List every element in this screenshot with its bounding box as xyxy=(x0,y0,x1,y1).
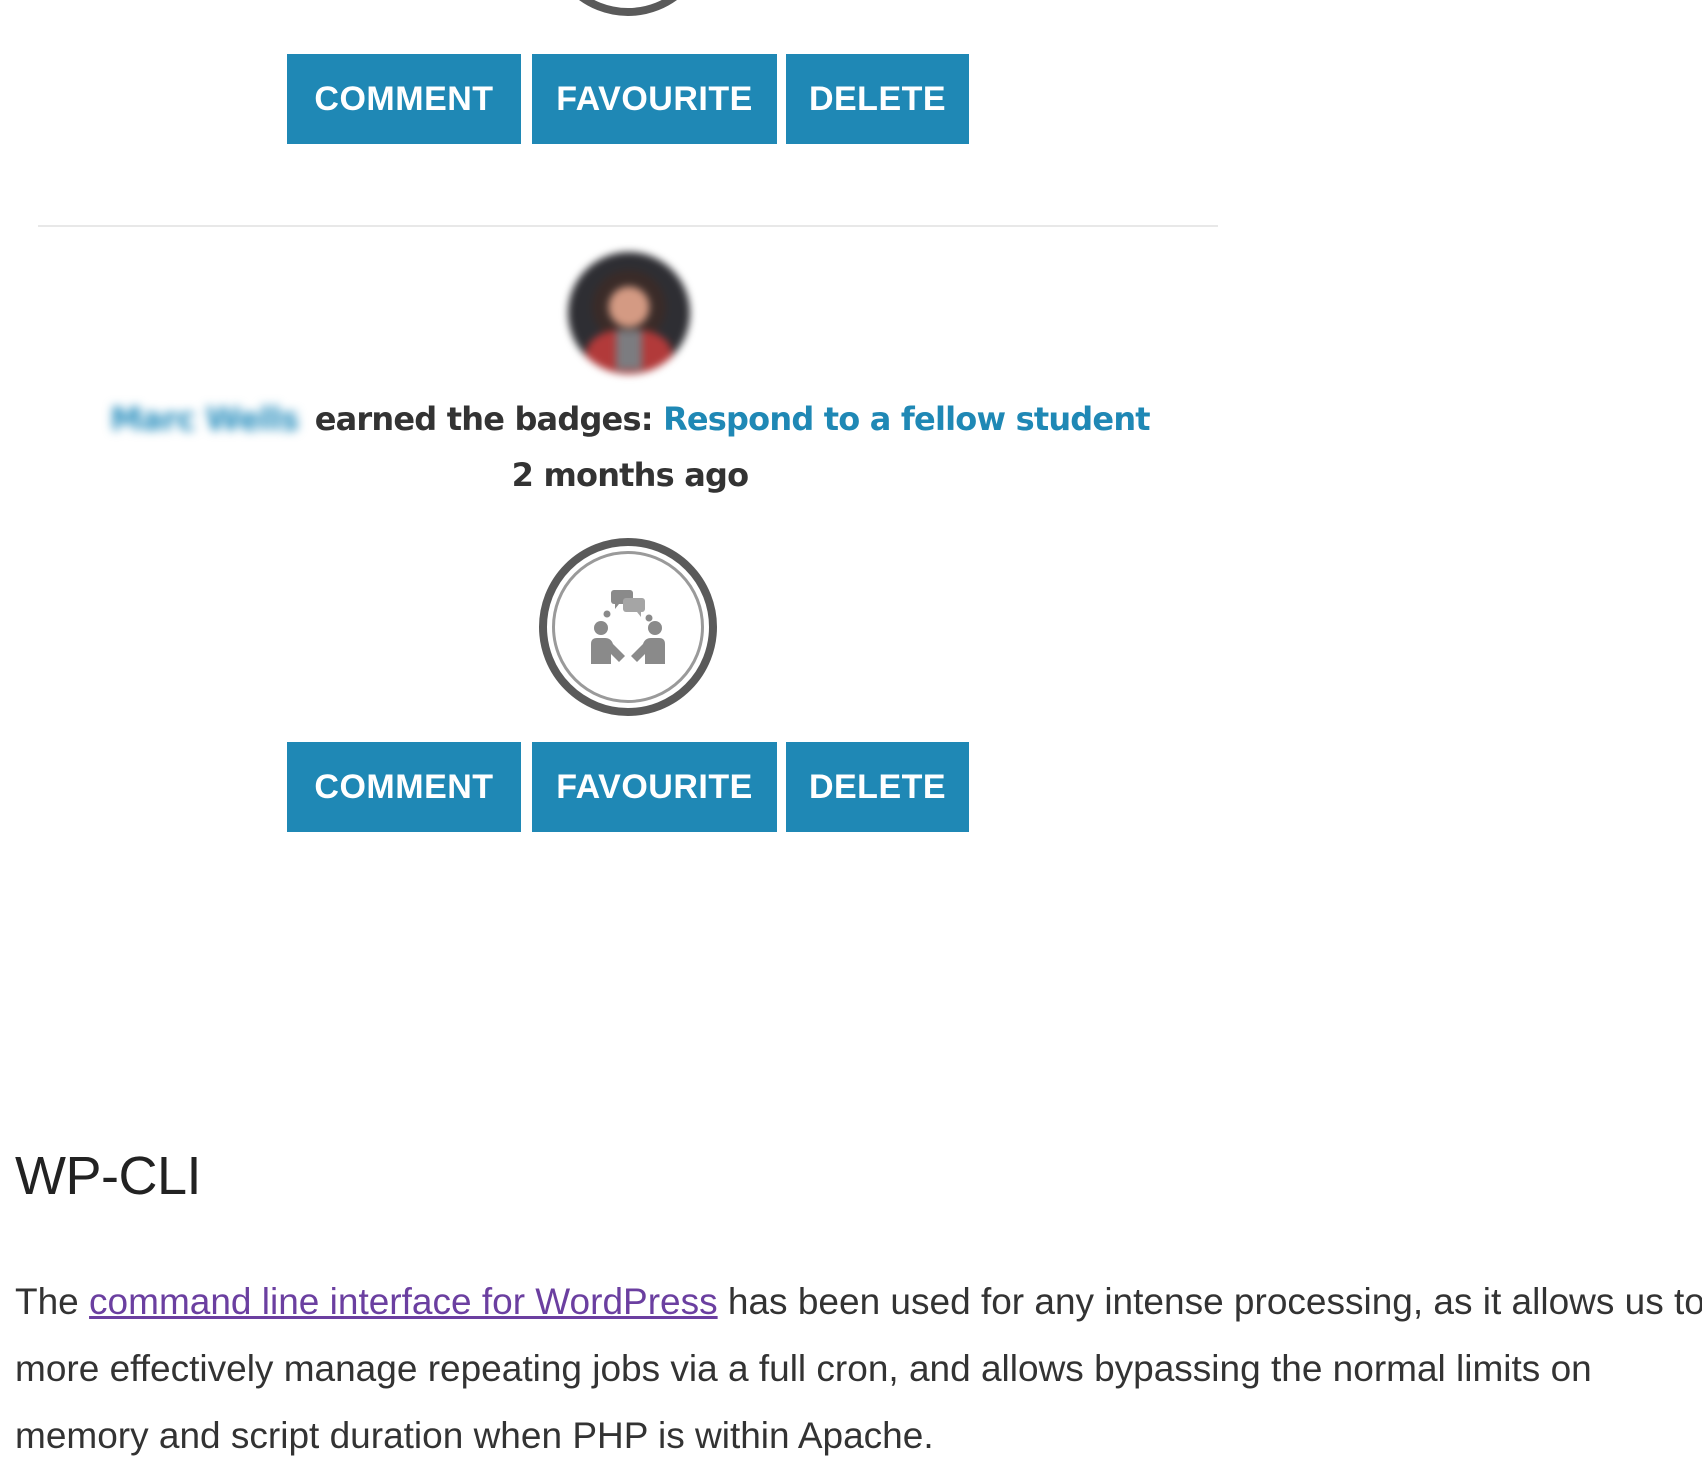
comment-button[interactable]: COMMENT xyxy=(287,742,521,832)
avatar[interactable] xyxy=(568,252,690,374)
badge-link[interactable]: Respond to a fellow student xyxy=(663,400,1151,438)
favourite-button[interactable]: FAVOURITE xyxy=(532,54,777,144)
comment-button[interactable]: COMMENT xyxy=(287,54,521,144)
activity-action-text: earned the badges: xyxy=(304,400,664,438)
delete-button[interactable]: DELETE xyxy=(786,54,969,144)
wp-cli-link[interactable]: command line interface for WordPress xyxy=(89,1281,718,1322)
article-paragraph: The command line interface for WordPress… xyxy=(15,1268,1702,1469)
previous-badge-icon xyxy=(545,0,711,16)
activity-divider xyxy=(38,225,1218,227)
activity-description: Marc Wells earned the badges: Respond to… xyxy=(0,400,1260,438)
conversation-people-icon[interactable] xyxy=(539,538,717,716)
user-link[interactable]: Marc Wells xyxy=(110,400,299,438)
section-heading: WP-CLI xyxy=(15,1146,202,1206)
activity-timestamp: 2 months ago xyxy=(511,456,749,494)
delete-button[interactable]: DELETE xyxy=(786,742,969,832)
favourite-button[interactable]: FAVOURITE xyxy=(532,742,777,832)
paragraph-prefix: The xyxy=(15,1281,90,1322)
